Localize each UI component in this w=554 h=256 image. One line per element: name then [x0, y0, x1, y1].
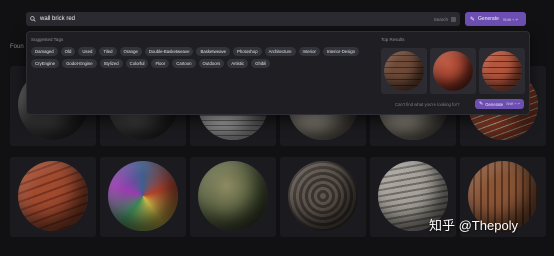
material-preview [198, 161, 268, 231]
generate-label: Generate [478, 16, 499, 22]
tag-chip[interactable]: Colorful [125, 59, 149, 68]
tag-chip[interactable]: Floor [151, 59, 170, 68]
tag-chip[interactable]: Interior [298, 47, 320, 56]
suggested-tags-title: Suggested Tags [31, 37, 64, 42]
material-preview [288, 161, 358, 231]
material-card[interactable] [10, 157, 96, 237]
watermark: 知乎 @Thepoly [429, 218, 519, 233]
tag-chip[interactable]: Cartoon [172, 59, 196, 68]
tag-chip[interactable]: Basketweave [196, 47, 231, 56]
tag-chip[interactable]: Architecture [264, 47, 296, 56]
search-bar[interactable]: wall brick red Search [26, 12, 460, 26]
material-card[interactable] [190, 157, 276, 237]
magic-wand-icon: ✎ [470, 16, 476, 23]
top-result-card[interactable] [479, 48, 525, 94]
material-preview [108, 161, 178, 231]
tag-chip[interactable]: Double-Basketweave [144, 47, 194, 56]
search-input[interactable]: wall brick red [40, 16, 434, 22]
search-hint[interactable]: Search [433, 16, 456, 22]
generate-button[interactable]: ✎ Generate Shift + ↵ [465, 12, 526, 26]
top-result-card[interactable] [430, 48, 476, 94]
suggested-tags-list: Damaged Old Used Tiled Orange Double-Bas… [31, 47, 379, 68]
dropdown-generate-shortcut: Shift + ↵ [506, 102, 521, 106]
material-preview [18, 161, 88, 231]
material-card[interactable] [280, 157, 366, 237]
tag-chip[interactable]: Tiled [99, 47, 117, 56]
search-hint-label: Search [433, 16, 448, 22]
tag-chip[interactable]: Used [78, 47, 97, 56]
tag-chip[interactable]: Old [60, 47, 76, 56]
tag-chip[interactable]: Ghibli [251, 59, 271, 68]
search-icon [30, 16, 36, 22]
material-preview [433, 51, 473, 91]
generate-shortcut: Shift + ↵ [502, 16, 519, 22]
material-preview [384, 51, 424, 91]
tag-chip[interactable]: Orange [119, 47, 142, 56]
top-results-list [381, 48, 525, 94]
cant-find-text: Can't find what you're looking for? [395, 102, 460, 107]
tag-chip[interactable]: CryEngine [31, 59, 60, 68]
dropdown-generate-label: Generate [485, 101, 504, 107]
tag-chip[interactable]: Artistic [227, 59, 249, 68]
tag-chip[interactable]: Outdoors [198, 59, 225, 68]
top-results-title: Top Results [381, 37, 405, 42]
enter-key-icon [451, 16, 456, 22]
dropdown-generate-button[interactable]: ✎ Generate Shift + ↵ [475, 99, 524, 109]
tag-chip[interactable]: Damaged [31, 47, 58, 56]
tag-chip[interactable]: Stylized [99, 59, 123, 68]
magic-wand-icon: ✎ [479, 101, 484, 107]
tag-chip[interactable]: Godot-Engine [62, 59, 97, 68]
material-preview [482, 51, 522, 91]
top-result-card[interactable] [381, 48, 427, 94]
material-card[interactable] [100, 157, 186, 237]
tag-chip[interactable]: Photoshop [233, 47, 262, 56]
search-suggestions-dropdown: Suggested Tags Damaged Old Used Tiled Or… [26, 31, 530, 115]
results-count-label: Foun [10, 44, 24, 50]
tag-chip[interactable]: Interior-Design [322, 47, 360, 56]
